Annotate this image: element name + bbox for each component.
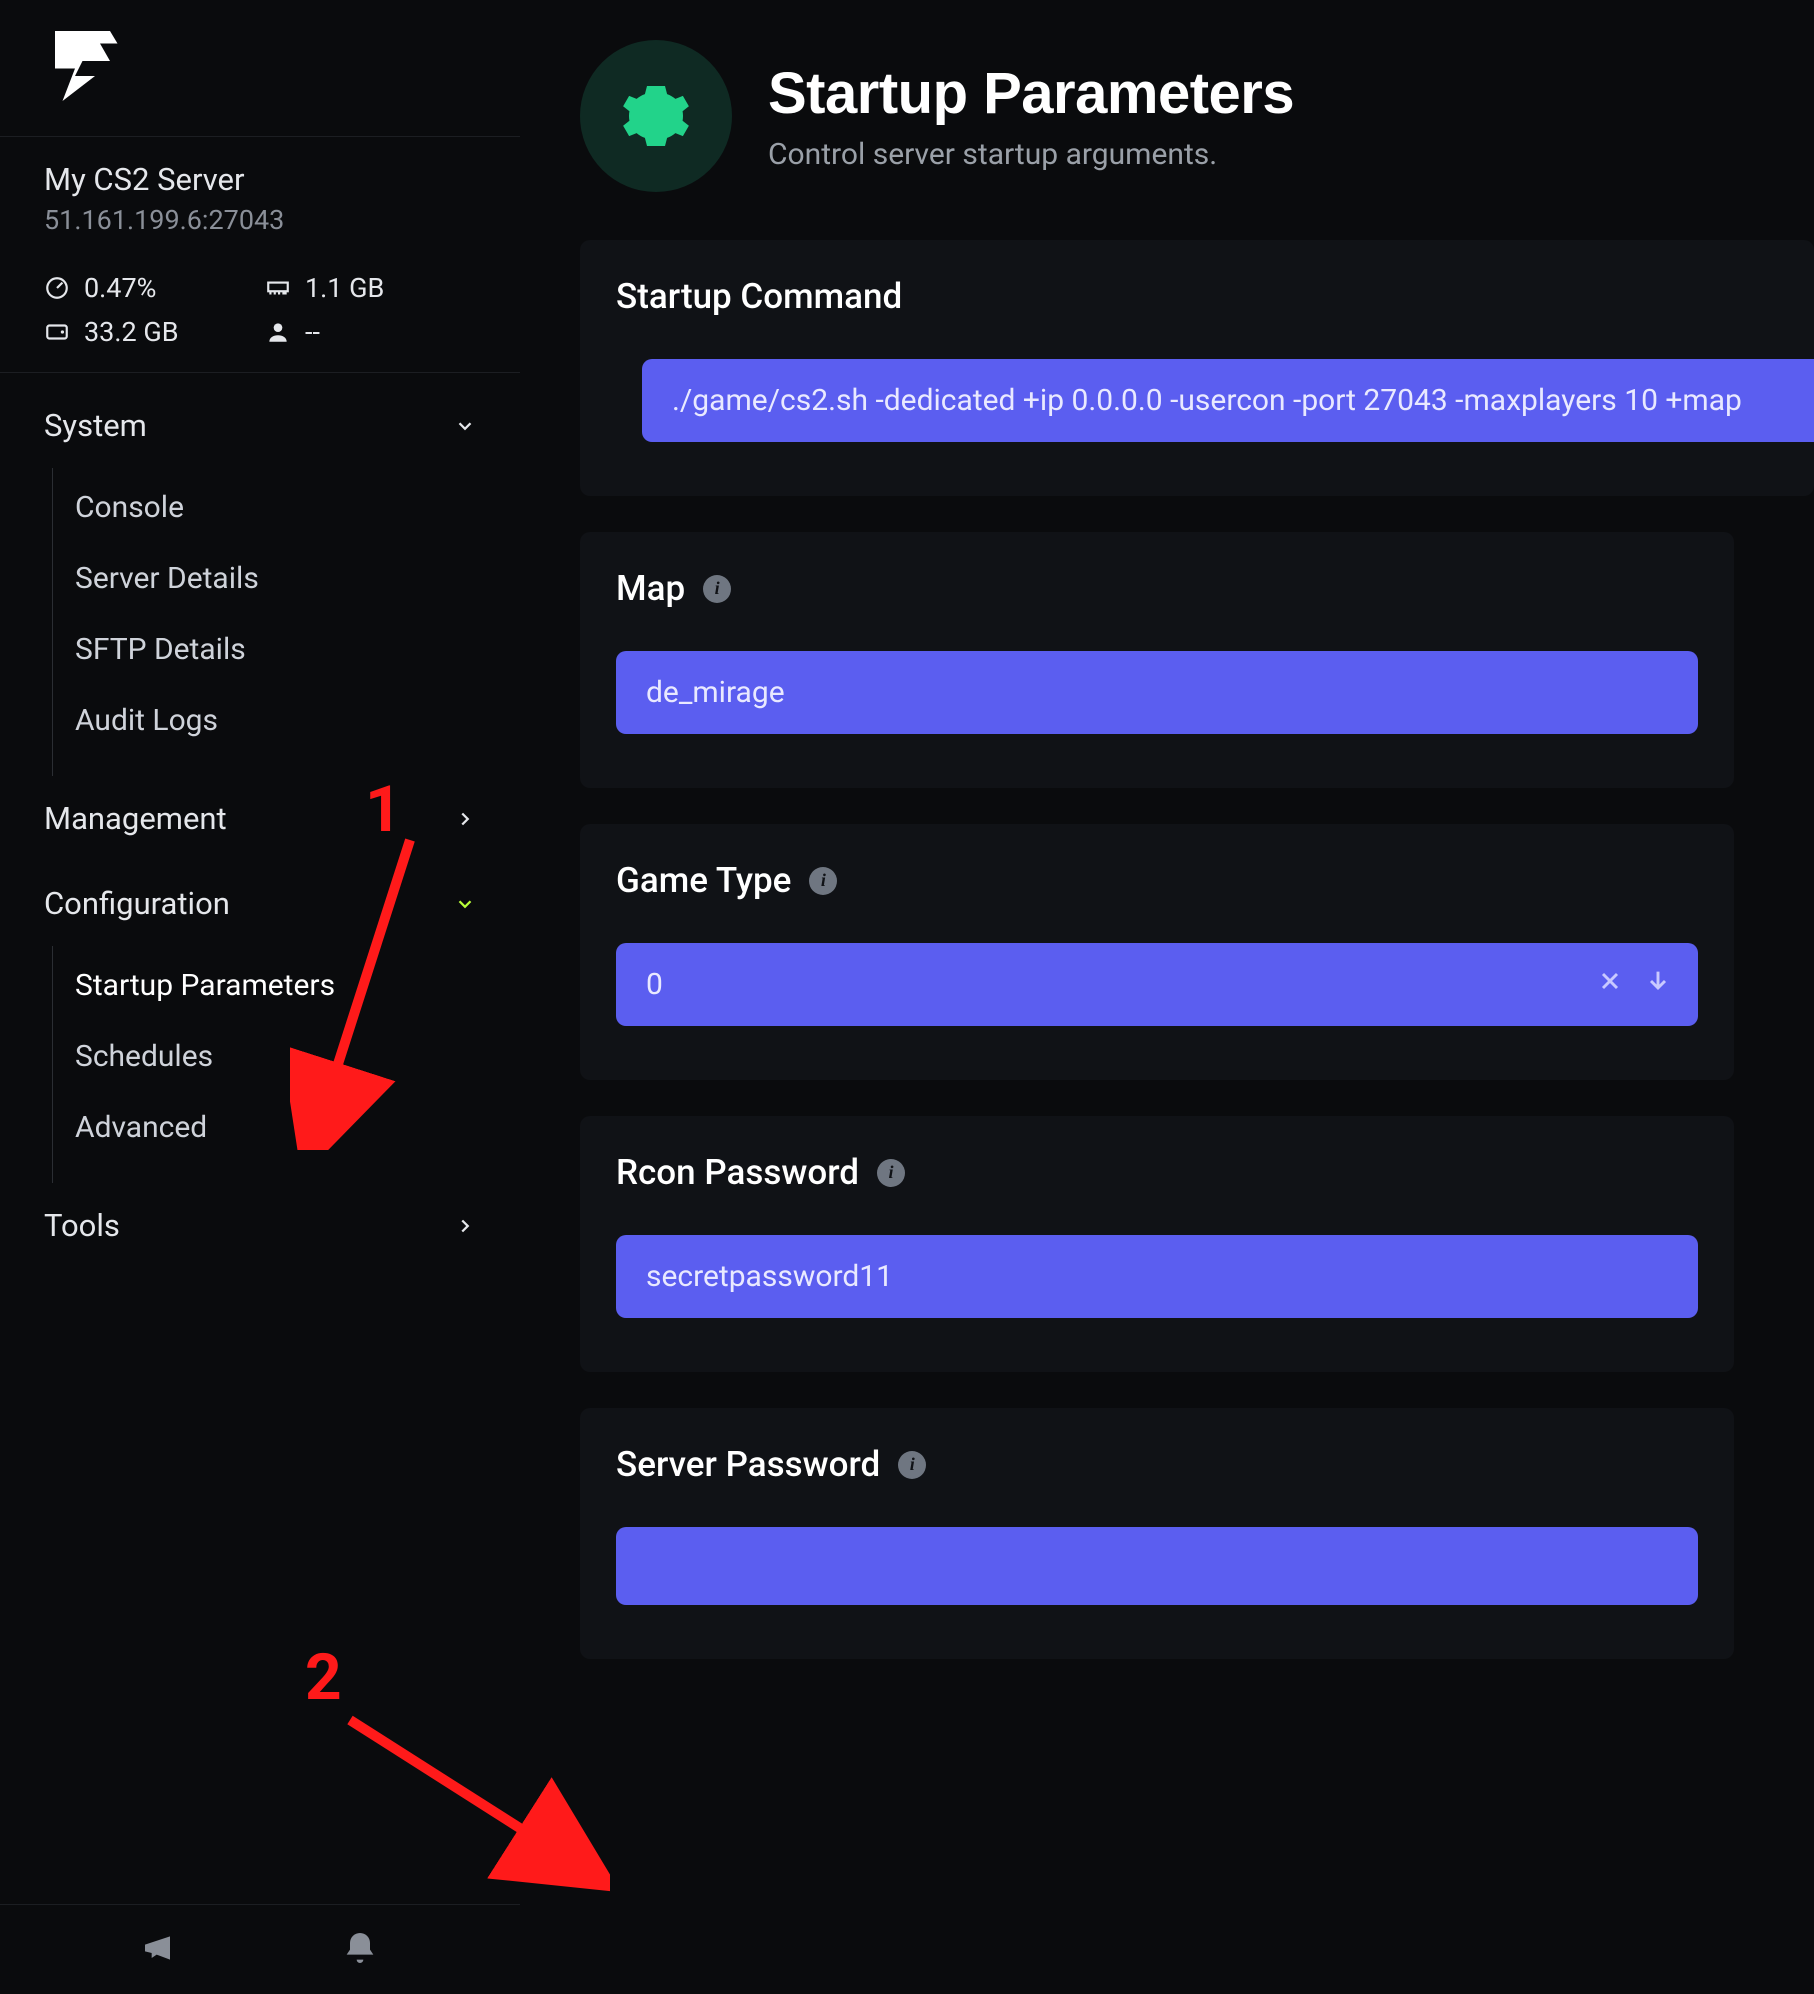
card-server-password: Server Password i (580, 1408, 1734, 1659)
close-icon (1596, 967, 1624, 995)
bell-icon (340, 1928, 380, 1968)
card-startup-command: Startup Command ./game/cs2.sh -dedicated… (580, 240, 1814, 496)
info-icon[interactable]: i (877, 1159, 905, 1187)
game-type-select[interactable]: 0 (616, 943, 1698, 1026)
dropdown-toggle[interactable] (1644, 967, 1672, 1003)
nav-item-schedules[interactable]: Schedules (53, 1021, 520, 1092)
bottom-bar (0, 1904, 520, 1994)
server-ip: 51.161.199.6:27043 (44, 204, 476, 236)
stat-ram: 1.1 GB (265, 272, 476, 304)
nav-item-console[interactable]: Console (53, 472, 520, 543)
card-game-type: Game Type i 0 (580, 824, 1734, 1080)
nav-sub-configuration: Startup Parameters Schedules Advanced (52, 946, 520, 1183)
gauge-icon (44, 275, 70, 301)
map-input[interactable]: de_mirage (616, 651, 1698, 734)
page-header: Startup Parameters Control server startu… (540, 40, 1814, 192)
map-value: de_mirage (646, 675, 785, 710)
chevron-down-icon (454, 893, 476, 915)
nav-section-system[interactable]: System (0, 383, 520, 468)
info-icon[interactable]: i (898, 1451, 926, 1479)
server-password-input[interactable] (616, 1527, 1698, 1605)
nav-section-configuration[interactable]: Configuration (0, 861, 520, 946)
card-rcon-password: Rcon Password i secretpassword11 (580, 1116, 1734, 1372)
rcon-password-value: secretpassword11 (646, 1259, 893, 1294)
stat-ram-value: 1.1 GB (305, 272, 384, 304)
card-map-title: Map (616, 568, 685, 609)
logo[interactable] (0, 0, 520, 136)
arrow-down-icon (1644, 967, 1672, 995)
page-title: Startup Parameters (768, 60, 1294, 127)
stat-cpu: 0.47% (44, 272, 255, 304)
chevron-right-icon (454, 808, 476, 830)
sidebar-nav: System Console Server Details SFTP Detai… (0, 372, 520, 1268)
info-icon[interactable]: i (809, 867, 837, 895)
info-icon[interactable]: i (703, 575, 731, 603)
startup-command-value: ./game/cs2.sh -dedicated +ip 0.0.0.0 -us… (672, 383, 1742, 418)
game-type-value: 0 (646, 967, 663, 1002)
main: Startup Parameters Control server startu… (540, 0, 1814, 1994)
gear-icon (620, 80, 692, 152)
card-game-type-title: Game Type (616, 860, 791, 901)
chevron-right-icon (454, 1215, 476, 1237)
sidebar: My CS2 Server 51.161.199.6:27043 0.47% 1… (0, 0, 520, 1994)
page-subtitle: Control server startup arguments. (768, 137, 1294, 172)
nav-item-advanced[interactable]: Advanced (53, 1092, 520, 1163)
stat-disk: 33.2 GB (44, 316, 255, 348)
startup-command-field[interactable]: ./game/cs2.sh -dedicated +ip 0.0.0.0 -us… (642, 359, 1814, 442)
page-icon-badge (580, 40, 732, 192)
disk-icon (44, 319, 70, 345)
card-map: Map i de_mirage (580, 532, 1734, 788)
nav-section-system-label: System (44, 407, 147, 444)
server-info: My CS2 Server 51.161.199.6:27043 (0, 136, 520, 260)
stat-cpu-value: 0.47% (84, 272, 156, 304)
nav-item-server-details[interactable]: Server Details (53, 543, 520, 614)
memory-icon (265, 275, 291, 301)
rcon-password-input[interactable]: secretpassword11 (616, 1235, 1698, 1318)
nav-sub-system: Console Server Details SFTP Details Audi… (52, 468, 520, 776)
stat-players: -- (265, 316, 476, 348)
chevron-down-icon (454, 415, 476, 437)
nav-item-audit-logs[interactable]: Audit Logs (53, 685, 520, 756)
announcements-button[interactable] (140, 1928, 180, 1972)
nav-section-management-label: Management (44, 800, 227, 837)
server-name: My CS2 Server (44, 161, 476, 198)
nav-section-tools-label: Tools (44, 1207, 120, 1244)
card-rcon-password-title: Rcon Password (616, 1152, 859, 1193)
nav-item-startup-parameters[interactable]: Startup Parameters (53, 950, 520, 1021)
card-server-password-title: Server Password (616, 1444, 880, 1485)
nav-item-sftp-details[interactable]: SFTP Details (53, 614, 520, 685)
bullhorn-icon (140, 1928, 180, 1968)
card-startup-command-title: Startup Command (616, 276, 1814, 317)
clear-button[interactable] (1596, 967, 1624, 1003)
brand-logo-icon (45, 26, 125, 106)
notifications-button[interactable] (340, 1928, 380, 1972)
stat-players-value: -- (305, 316, 320, 348)
stat-disk-value: 33.2 GB (84, 316, 179, 348)
nav-section-tools[interactable]: Tools (0, 1183, 520, 1268)
nav-section-management[interactable]: Management (0, 776, 520, 861)
user-icon (265, 319, 291, 345)
server-stats: 0.47% 1.1 GB 33.2 GB -- (0, 260, 520, 372)
nav-section-configuration-label: Configuration (44, 885, 230, 922)
